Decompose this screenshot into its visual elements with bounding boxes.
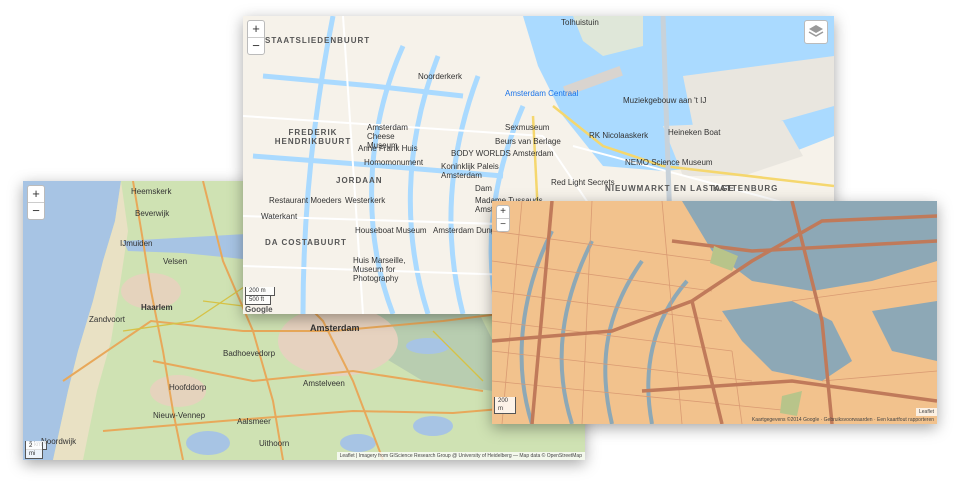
poi-label[interactable]: Restaurant Moeders xyxy=(269,196,341,205)
scale-bar-ft: 500 ft xyxy=(245,296,271,305)
poi-label[interactable]: Houseboat Museum xyxy=(355,226,427,235)
poi-label[interactable]: Tolhuistuin xyxy=(561,18,599,27)
city-label: Haarlem xyxy=(141,303,173,312)
district-label: FREDERIK HENDRIKBUURT xyxy=(274,128,352,146)
map-attribution[interactable]: Leaflet xyxy=(915,408,937,416)
lake xyxy=(340,434,376,452)
poi-label[interactable]: Huis Marseille, Museum for Photography xyxy=(353,256,433,283)
zoom-in-button[interactable]: + xyxy=(248,21,264,37)
poi-label[interactable]: Waterkant xyxy=(261,212,297,221)
scale-bar-m: 200 m xyxy=(245,287,275,296)
city-label: Badhoevedorp xyxy=(223,349,276,358)
district-label: KATTENBURG xyxy=(713,184,779,193)
lake xyxy=(413,416,453,436)
poi-label[interactable]: Dam xyxy=(475,184,492,193)
city-label: Uithoorn xyxy=(259,439,290,448)
zoom-out-button[interactable]: − xyxy=(28,202,44,219)
poi-label[interactable]: Heineken Boat xyxy=(668,128,720,137)
poi-label[interactable]: Westerkerk xyxy=(345,196,385,205)
google-logo: Google xyxy=(245,305,273,314)
poi-label[interactable]: Beurs van Berlage xyxy=(495,137,561,146)
poi-label[interactable]: Koninklijk Paleis Amsterdam xyxy=(441,162,501,180)
city-label: Velsen xyxy=(163,257,188,266)
poi-label[interactable]: Anne Frank Huis xyxy=(358,144,418,153)
city-label: Amstelveen xyxy=(303,379,345,388)
vector-map-canvas[interactable] xyxy=(492,201,937,424)
map-attribution[interactable]: Leaflet | Imagery from GIScience Researc… xyxy=(336,452,585,460)
amsterdam-urban xyxy=(278,306,398,376)
zoom-in-button[interactable]: + xyxy=(28,186,44,202)
vector-zoom-control[interactable]: + − xyxy=(496,205,510,232)
poi-label[interactable]: Homomonument xyxy=(364,158,423,167)
poi-label[interactable]: NEMO Science Museum xyxy=(625,158,713,167)
city-label: Amsterdam xyxy=(310,323,360,333)
district-label: DA COSTABUURT xyxy=(265,238,347,247)
map-credits[interactable]: Kaartgegevens ©2014 Google · Gebruiksvoo… xyxy=(749,416,937,424)
lake xyxy=(406,338,450,354)
poi-label[interactable]: Amsterdam Centraal xyxy=(505,89,578,98)
city-label: Heemskerk xyxy=(131,187,172,196)
district-label: JORDAAN xyxy=(336,176,383,185)
layers-button[interactable] xyxy=(804,20,828,44)
city-label: Beverwijk xyxy=(135,209,170,218)
poi-label[interactable]: Muziekgebouw aan 't IJ xyxy=(623,96,706,105)
vector-map-panel[interactable]: + − 200 m Leaflet Kaartgegevens ©2014 Go… xyxy=(492,201,937,424)
regional-zoom-control[interactable]: + − xyxy=(27,185,45,220)
poi-label[interactable]: BODY WORLDS Amsterdam xyxy=(451,149,554,158)
poi-label[interactable]: Red Light Secrets xyxy=(551,178,615,187)
zoom-in-button[interactable]: + xyxy=(497,206,509,218)
scale-bar-mi: 2 mi xyxy=(25,442,43,459)
layers-icon xyxy=(808,25,824,37)
lake xyxy=(186,431,230,455)
city-label: IJmuiden xyxy=(120,239,153,248)
city-label: Hoofddorp xyxy=(169,383,207,392)
district-label: STAATSLIEDENBUURT xyxy=(265,36,371,45)
city-label: Zandvoort xyxy=(89,315,126,324)
poi-label[interactable]: RK Nicolaaskerk xyxy=(589,131,648,140)
city-label: Aalsmeer xyxy=(237,417,271,426)
scale-bar-m: 200 m xyxy=(494,397,516,414)
city-label: Nieuw-Vennep xyxy=(153,411,206,420)
poi-label[interactable]: Noorderkerk xyxy=(418,72,462,81)
zoom-out-button[interactable]: − xyxy=(248,37,264,54)
zoom-out-button[interactable]: − xyxy=(497,218,509,231)
city-zoom-control[interactable]: + − xyxy=(247,20,265,55)
poi-label[interactable]: Sexmuseum xyxy=(505,123,549,132)
